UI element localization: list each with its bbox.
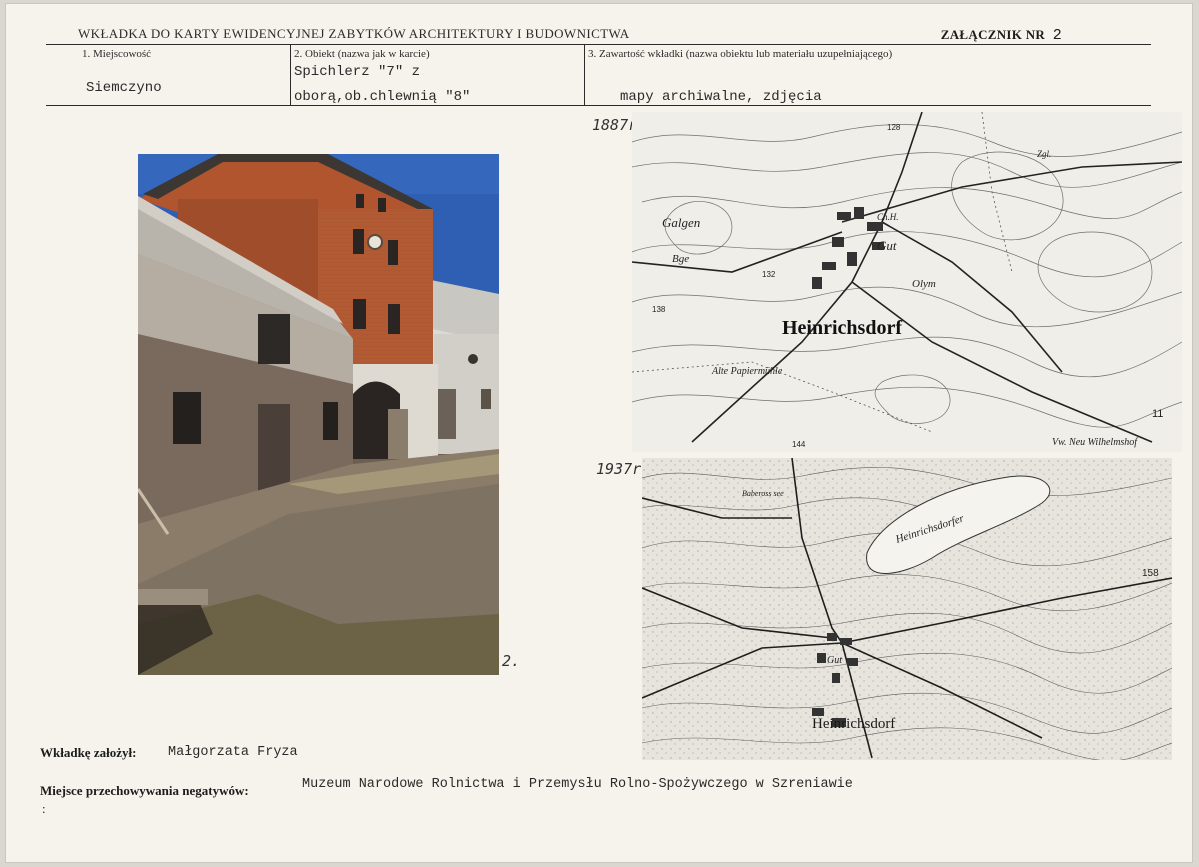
map-1887-drawing: Galgen Bge Gut Ch.H. Olym Zgl. Heinrichs… [632, 112, 1182, 452]
locality-label: 1. Miejscowość [82, 48, 152, 60]
map-1937-height-1: 158 [1142, 568, 1159, 579]
building-photograph [138, 154, 499, 675]
document-title: WKŁADKA DO KARTY EWIDENCYJNEJ ZABYTKÓW A… [78, 26, 630, 41]
map-1887-height-2: 132 [762, 270, 776, 279]
map-1887-hill-label: Galgen [662, 215, 700, 230]
map-1937-drawing: Heinrichsdorfer Babeross see Gut Heinric… [642, 458, 1172, 760]
negatives-location-label: Miejsce przechowywania negatywów: [40, 783, 249, 798]
photograph-drawing [138, 154, 499, 675]
table-bottom-rule [46, 105, 1151, 106]
map-1887-dh-label: Ch.H. [877, 212, 899, 222]
created-by-label: Wkładkę założył: [40, 745, 137, 760]
attachment-label: ZAŁĄCZNIK NR 2 [941, 27, 1062, 44]
map-1887-outlying-label: Vw. Neu Wilhelmshof [1052, 437, 1138, 448]
map-1887-estate-label: Gut [877, 238, 897, 253]
object-value-line-1: Spichlerz "7" z [294, 64, 421, 80]
map-1937-estate-label: Gut [827, 655, 842, 666]
map-1887-height-1: 138 [652, 305, 666, 314]
table-top-rule [46, 44, 1151, 45]
attachment-number: 2 [1052, 27, 1062, 44]
column-divider-1 [290, 44, 291, 106]
record-sheet: WKŁADKA DO KARTY EWIDENCYJNEJ ZABYTKÓW A… [6, 4, 1192, 862]
map-1887-village-label: Heinrichsdorf [782, 317, 902, 339]
map-1887-height-3: 128 [887, 123, 901, 132]
map-1937-village-label: Heinrichsdorf [812, 716, 895, 732]
map-1887-road-number: 11 [1152, 408, 1163, 420]
photo-caption: 2. [502, 652, 521, 670]
negatives-location-value: Muzeum Narodowe Rolnictwa i Przemysłu Ro… [302, 777, 853, 792]
map-1887-ziegelei-label: Zgl. [1037, 149, 1051, 159]
content-value: mapy archiwalne, zdjęcia [620, 89, 822, 105]
content-label: 3. Zawartość wkładki (nazwa obiektu lub … [588, 48, 893, 60]
locality-value: Siemczyno [86, 80, 162, 96]
column-divider-2 [584, 44, 585, 106]
trailing-colon: : [42, 801, 46, 816]
created-by-value: Małgorzata Fryza [168, 745, 298, 760]
map-1887-height-4: 144 [792, 440, 806, 449]
object-value-line-2: oborą,ob.chlewnią "8" [294, 89, 471, 105]
object-label: 2. Obiekt (nazwa jak w karcie) [294, 48, 430, 60]
attachment-label-text: ZAŁĄCZNIK NR [940, 27, 1046, 42]
map-1887-olym-label: Olym [912, 278, 936, 290]
map-1887-hill-suffix: Bge [672, 253, 689, 265]
map-1937: Heinrichsdorfer Babeross see Gut Heinric… [642, 458, 1172, 760]
map-1937-small-lake-label: Babeross see [742, 489, 784, 498]
map-1887-mill-label: Alte Papiermühle [711, 366, 783, 377]
map-1887: Galgen Bge Gut Ch.H. Olym Zgl. Heinrichs… [632, 112, 1182, 452]
